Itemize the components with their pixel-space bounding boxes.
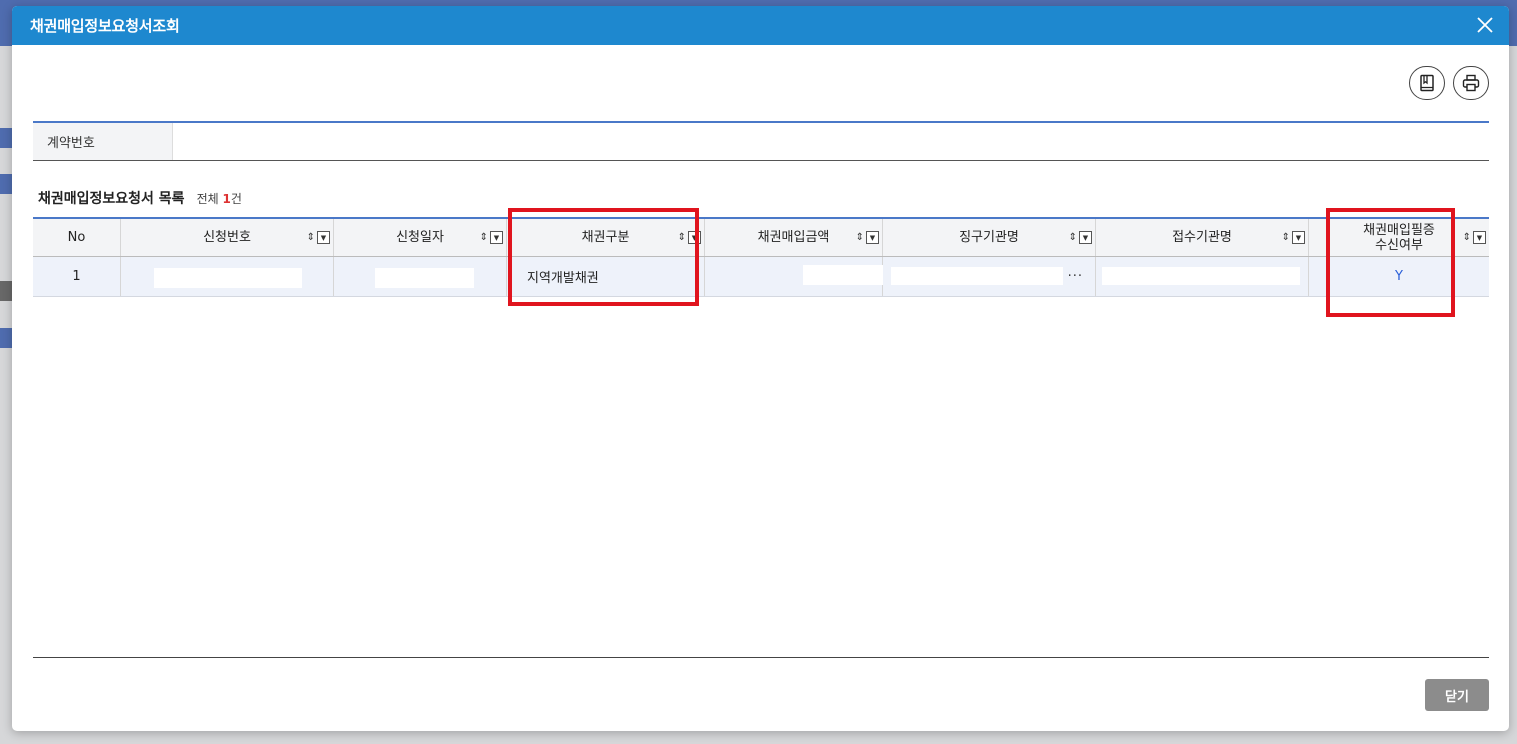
column-header-label: 신청일자 [396, 230, 444, 245]
filter-dropdown-icon[interactable]: ▼ [490, 231, 503, 244]
toolbar [1409, 66, 1489, 100]
printer-icon [1462, 74, 1480, 92]
list-title: 채권매입정보요청서 목록 [38, 191, 185, 207]
sort-icon[interactable]: ⇕ [307, 232, 315, 243]
column-header-bond-type[interactable]: 채권구분 ⇕ ▼ [507, 219, 705, 256]
column-controls: ⇕ ▼ [480, 231, 503, 244]
cell-receipt-received-text: Y [1395, 269, 1403, 284]
sort-icon[interactable]: ⇕ [856, 232, 864, 243]
list-count-number: 1 [222, 192, 231, 206]
cell-receiving-agency[interactable] [1096, 257, 1309, 296]
ellipsis-icon: ··· [1067, 269, 1083, 284]
column-header-label: 채권매입필증 수신여부 [1363, 222, 1435, 253]
column-header-label: 징구기관명 [959, 230, 1019, 245]
filter-dropdown-icon[interactable]: ▼ [866, 231, 879, 244]
column-controls: ⇕ ▼ [1069, 231, 1092, 244]
filter-dropdown-icon[interactable]: ▼ [1473, 231, 1486, 244]
cell-bond-type-text: 지역개발채권 [527, 271, 599, 286]
bond-purchase-request-modal: 채권매입정보요청서조회 계약번호 채권매입정보요청서 목록 전체 1건 No 신… [12, 6, 1509, 731]
cell-bond-type[interactable]: 지역개발채권 [507, 257, 705, 296]
book-icon [1420, 74, 1434, 92]
sort-icon[interactable]: ⇕ [1069, 232, 1077, 243]
cell-no-text: 1 [72, 269, 81, 284]
redacted-area [891, 267, 1063, 285]
cell-no[interactable]: 1 [33, 257, 121, 296]
redacted-area [154, 268, 302, 288]
request-grid: No 신청번호 ⇕ ▼ 신청일자 ⇕ ▼ 채권구분 ⇕ ▼ 채권매입금액 ⇕ ▼ 징구기… [33, 217, 1489, 297]
cell-collecting-agency[interactable]: ··· [883, 257, 1096, 296]
filter-dropdown-icon[interactable]: ▼ [1292, 231, 1305, 244]
contract-number-value [173, 123, 1489, 160]
column-header-label: 채권매입금액 [757, 230, 830, 245]
column-header-receiving-agency[interactable]: 접수기관명 ⇕ ▼ [1096, 219, 1309, 256]
column-header-collecting-agency[interactable]: 징구기관명 ⇕ ▼ [883, 219, 1096, 256]
sort-icon[interactable]: ⇕ [678, 232, 686, 243]
cell-request-date[interactable] [334, 257, 507, 296]
redacted-area [1102, 267, 1300, 285]
column-header-receipt-received[interactable]: 채권매입필증 수신여부 ⇕ ▼ [1309, 219, 1489, 256]
filter-dropdown-icon[interactable]: ▼ [1079, 231, 1092, 244]
column-controls: ⇕ ▼ [856, 231, 879, 244]
column-header-label: 채권구분 [581, 230, 630, 245]
list-count: 전체 1건 [197, 190, 242, 207]
close-button[interactable]: 닫기 [1425, 679, 1489, 711]
filter-dropdown-icon[interactable]: ▼ [317, 231, 330, 244]
list-count-suffix: 건 [230, 192, 242, 206]
sort-icon[interactable]: ⇕ [1282, 232, 1290, 243]
modal-header: 채권매입정보요청서조회 [12, 6, 1509, 45]
column-header-label: 접수기관명 [1172, 230, 1232, 245]
column-header-request-date[interactable]: 신청일자 ⇕ ▼ [334, 219, 507, 256]
table-row[interactable]: 1 지역개발채권 ··· Y [33, 257, 1489, 297]
cell-purchase-amount[interactable] [705, 257, 883, 296]
column-controls: ⇕ ▼ [1282, 231, 1305, 244]
grid-header-row: No 신청번호 ⇕ ▼ 신청일자 ⇕ ▼ 채권구분 ⇕ ▼ 채권매입금액 ⇕ ▼ 징구기… [33, 219, 1489, 257]
manual-button[interactable] [1409, 66, 1445, 100]
list-header: 채권매입정보요청서 목록 전체 1건 [38, 188, 242, 208]
column-controls: ⇕ ▼ [307, 231, 330, 244]
close-icon[interactable] [1475, 15, 1495, 35]
search-area: 계약번호 [33, 121, 1489, 161]
redacted-area [375, 268, 474, 288]
print-button[interactable] [1453, 66, 1489, 100]
cell-receipt-received[interactable]: Y [1309, 257, 1489, 296]
divider [33, 657, 1489, 658]
column-header-label: No [67, 230, 86, 245]
cell-request-no[interactable] [121, 257, 334, 296]
column-controls: ⇕ ▼ [1463, 231, 1486, 244]
contract-number-label: 계약번호 [33, 123, 173, 160]
sort-icon[interactable]: ⇕ [480, 232, 488, 243]
column-header-request-no[interactable]: 신청번호 ⇕ ▼ [121, 219, 334, 256]
sort-icon[interactable]: ⇕ [1463, 232, 1471, 243]
column-header-purchase-amount[interactable]: 채권매입금액 ⇕ ▼ [705, 219, 883, 256]
redacted-area [803, 265, 883, 285]
modal-title: 채권매입정보요청서조회 [30, 17, 180, 35]
filter-dropdown-icon[interactable]: ▼ [688, 231, 701, 244]
list-count-prefix: 전체 [196, 192, 223, 206]
column-header-label: 신청번호 [203, 230, 251, 245]
column-header-no[interactable]: No [33, 219, 121, 256]
column-controls: ⇕ ▼ [678, 231, 701, 244]
